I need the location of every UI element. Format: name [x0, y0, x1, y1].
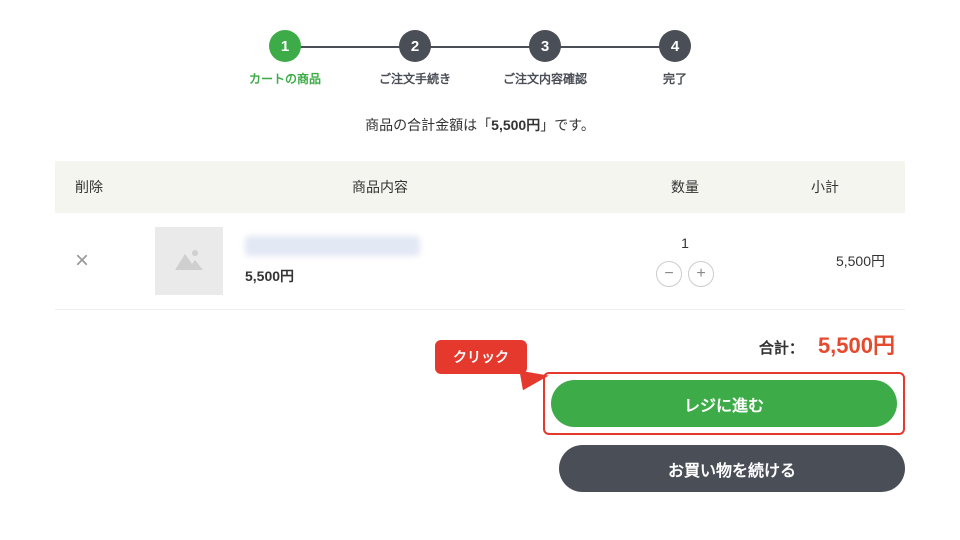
checkout-stepper: 1 カートの商品 2 ご注文手続き 3 ご注文内容確認 4 完了: [55, 30, 905, 87]
header-subtotal: 小計: [765, 177, 885, 197]
tooltip-arrow-icon: [519, 366, 550, 391]
header-delete: 削除: [75, 177, 155, 197]
qty-value: 1: [681, 235, 689, 251]
header-qty: 数量: [605, 177, 765, 197]
total-label: 合計：: [759, 337, 804, 358]
total-amount: 5,500円: [818, 328, 895, 360]
product-price: 5,500円: [245, 266, 420, 286]
step-confirm: 3 ご注文内容確認: [480, 30, 610, 87]
qty-increase-button[interactable]: +: [688, 261, 714, 287]
step-label: カートの商品: [249, 70, 321, 87]
step-cart: 1 カートの商品: [220, 30, 350, 87]
continue-shopping-button[interactable]: お買い物を続ける: [559, 445, 905, 492]
checkout-button[interactable]: レジに進む: [551, 380, 897, 427]
qty-decrease-button[interactable]: −: [656, 261, 682, 287]
cart-table: 削除 商品内容 数量 小計 × 5,500円 1: [55, 161, 905, 310]
image-placeholder-icon: [175, 248, 203, 275]
step-number: 3: [529, 30, 561, 62]
click-tooltip: クリック: [435, 340, 527, 374]
step-number: 2: [399, 30, 431, 62]
step-label: ご注文内容確認: [503, 70, 587, 87]
step-number: 4: [659, 30, 691, 62]
step-label: ご注文手続き: [379, 70, 451, 87]
header-item: 商品内容: [155, 177, 605, 197]
product-name-blurred: [245, 236, 420, 256]
delete-button[interactable]: ×: [75, 249, 89, 273]
table-row: × 5,500円 1 − + 5,500円: [55, 213, 905, 310]
step-number: 1: [269, 30, 301, 62]
step-complete: 4 完了: [610, 30, 740, 87]
table-header: 削除 商品内容 数量 小計: [55, 161, 905, 213]
checkout-highlight-box: クリック レジに進む: [543, 372, 905, 435]
summary-text: 商品の合計金額は「5,500円」です。: [55, 115, 905, 135]
step-procedure: 2 ご注文手続き: [350, 30, 480, 87]
subtotal-value: 5,500円: [765, 251, 885, 271]
product-thumbnail[interactable]: [155, 227, 223, 295]
step-label: 完了: [663, 70, 687, 87]
